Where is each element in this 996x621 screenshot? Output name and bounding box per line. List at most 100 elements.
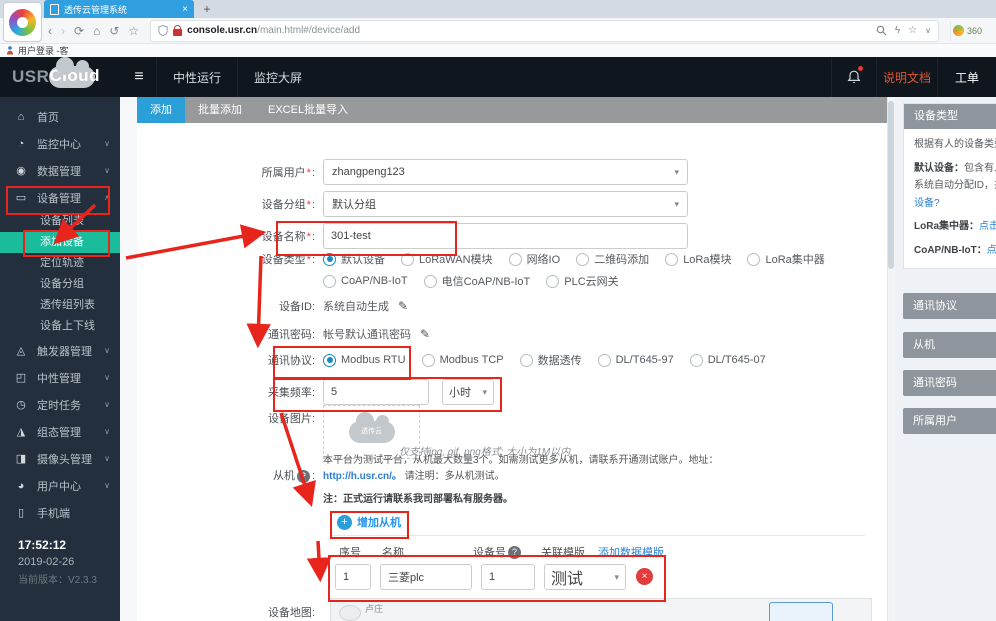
radio-icon (509, 253, 522, 266)
form-tabs: 添加 批量添加 EXCEL批量导入 (137, 97, 887, 123)
sidebar-item-monitor-center[interactable]: ◔ 监控中心 ∨ (0, 130, 120, 157)
sidebar-subitem-device-group[interactable]: 设备分组 (0, 274, 120, 295)
page: 透传云管理系统 × + ‹ › ⟳ ⌂ ↺ ☆ console.usr.cn/m… (0, 0, 996, 621)
radio-icon (690, 354, 703, 367)
frequency-unit-select[interactable]: 小时 ▾ (442, 379, 494, 405)
tab-close-icon[interactable]: × (182, 4, 188, 15)
header-nav-neutral-run[interactable]: 中性运行 (156, 57, 237, 97)
sidebar-item-user-center[interactable]: ◕ 用户中心 ∨ (0, 472, 120, 499)
group-select[interactable]: 默认分组▾ (323, 191, 688, 217)
slave-device-no-input[interactable] (481, 564, 535, 590)
radio-network-io[interactable]: 网络IO (509, 251, 561, 267)
tab-excel-import[interactable]: EXCEL批量导入 (255, 97, 361, 123)
add-data-template-link[interactable]: 添加数据模版 (598, 544, 664, 560)
sidebar-item-trigger-management[interactable]: ◬ 触发器管理 ∨ (0, 337, 120, 364)
bookmark-star-icon[interactable]: ☆ (908, 25, 917, 36)
frequency-input[interactable] (323, 379, 429, 405)
sidebar-item-label: 组态管理 (37, 424, 81, 440)
device-type-help-header[interactable]: 设备类型 (904, 104, 996, 129)
radio-dlt645-07[interactable]: DL/T645-07 (690, 354, 766, 367)
collapsed-panel-comm-password[interactable]: 通讯密码 (903, 370, 996, 396)
bookmarks-bar: 用户登录 -客 (0, 44, 996, 58)
browser-tab[interactable]: 透传云管理系统 × (44, 0, 194, 18)
undo-icon[interactable]: ↺ (109, 25, 119, 37)
sidebar-item-label: 设备管理 (37, 190, 81, 206)
hamburger-menu-icon[interactable]: ≡ (122, 57, 156, 97)
brand-circle-icon (953, 25, 964, 36)
help-panel: 设备类型 根据有人的设备类型选择 默认设备：包含有人品牌 系统自动分配ID，并通… (895, 97, 996, 621)
person-icon (6, 46, 14, 55)
sidebar-subitem-passthrough-group-list[interactable]: 透传组列表 (0, 295, 120, 316)
sidebar-subitem-device-online-offline[interactable]: 设备上下线 (0, 316, 120, 337)
sidebar-subitem-location-track[interactable]: 定位轨迹 (0, 253, 120, 274)
ticket-link[interactable]: 工单 (937, 57, 996, 97)
sidebar-item-configuration-management[interactable]: ◮ 组态管理 ∨ (0, 418, 120, 445)
browser-brand[interactable]: 360 (950, 21, 988, 41)
device-type-help-body: 根据有人的设备类型选择 默认设备：包含有人品牌 系统自动分配ID，并通过 设备?… (904, 129, 996, 268)
radio-coap-nbiot[interactable]: CoAP/NB-IoT (323, 275, 408, 288)
radio-lora-concentrator[interactable]: LoRa集中器 (747, 251, 824, 267)
radio-modbus-rtu[interactable]: Modbus RTU (323, 354, 406, 367)
lightning-icon[interactable]: ϟ (895, 25, 900, 36)
tab-add[interactable]: 添加 (137, 97, 185, 123)
reload-icon[interactable]: ⟳ (74, 25, 84, 37)
bell-icon (847, 70, 861, 85)
browser-tabstrip: 透传云管理系统 × + (0, 0, 996, 18)
radio-telecom-coap-nbiot[interactable]: 电信CoAP/NB-IoT (424, 273, 531, 289)
app-logo[interactable]: USRCloud (0, 57, 122, 97)
radio-dlt645-97[interactable]: DL/T645-97 (598, 354, 674, 367)
collapsed-panel-slave[interactable]: 从机 (903, 332, 996, 358)
edit-icon[interactable]: ✎ (420, 327, 430, 341)
radio-data-passthrough[interactable]: 数据透传 (520, 352, 582, 368)
help-icon[interactable]: ? (297, 470, 310, 483)
scrollbar-thumb[interactable] (888, 101, 894, 269)
search-icon[interactable] (876, 25, 887, 36)
chevron-up-icon: ∧ (104, 193, 110, 202)
sidebar-subitem-device-list[interactable]: 设备列表 (0, 211, 120, 232)
owner-label: 所属用户*: (137, 164, 323, 180)
radio-lorawan-module[interactable]: LoRaWAN模块 (401, 251, 493, 267)
slave-template-select[interactable]: 测试 ▾ (544, 564, 626, 590)
sidebar-item-mobile[interactable]: ▯ 手机端 (0, 499, 120, 526)
add-slave-button[interactable]: + 增加从机 (337, 514, 401, 530)
slave-seq-input[interactable] (335, 564, 371, 590)
sidebar-item-home[interactable]: ⌂ 首页 (0, 103, 120, 130)
sidebar-item-device-management[interactable]: ▭ 设备管理 ∧ (0, 184, 120, 211)
help-lora-line: LoRa集中器：点击查看 (914, 219, 996, 235)
new-tab-button[interactable]: + (198, 1, 216, 17)
radio-default-device[interactable]: 默认设备 (323, 251, 385, 267)
radio-qrcode-add[interactable]: 二维码添加 (576, 251, 649, 267)
device-map[interactable]: 卢庄 (330, 598, 872, 621)
header-nav-monitor-screen[interactable]: 监控大屏 (237, 57, 318, 97)
device-name-input[interactable] (323, 223, 688, 249)
map-button[interactable] (769, 602, 833, 621)
sidebar-subitem-add-device[interactable]: 添加设备 (0, 232, 120, 253)
home-icon[interactable]: ⌂ (93, 25, 100, 37)
tab-batch-add[interactable]: 批量添加 (185, 97, 255, 123)
radio-modbus-tcp[interactable]: Modbus TCP (422, 354, 504, 367)
sidebar-item-camera-management[interactable]: ◨ 摄像头管理 ∨ (0, 445, 120, 472)
collapsed-panel-protocol[interactable]: 通讯协议 (903, 293, 996, 319)
chevron-down-icon: ∨ (104, 139, 110, 148)
slave-name-input[interactable] (380, 564, 472, 590)
collapsed-panel-owner[interactable]: 所属用户 (903, 408, 996, 434)
test-account-link[interactable]: http://h.usr.cn/。 (323, 471, 402, 482)
docs-link[interactable]: 说明文档 (876, 57, 937, 97)
help-icon[interactable]: ? (508, 546, 521, 559)
content-gutter (120, 97, 137, 621)
url-bar[interactable]: console.usr.cn/main.html#/device/add ϟ ☆… (150, 20, 939, 42)
radio-plc-cloud-gateway[interactable]: PLC云网关 (546, 273, 618, 289)
notification-bell-button[interactable] (831, 57, 876, 97)
owner-select[interactable]: zhangpeng123▾ (323, 159, 688, 185)
delete-slave-button[interactable]: × (636, 568, 653, 585)
forward-icon[interactable]: › (61, 25, 65, 37)
radio-lora-module[interactable]: LoRa模块 (665, 251, 731, 267)
edit-icon[interactable]: ✎ (398, 299, 408, 313)
chevron-down-icon[interactable]: ∨ (925, 26, 931, 35)
back-icon[interactable]: ‹ (48, 25, 52, 37)
bookmark-item[interactable]: 用户登录 -客 (18, 44, 69, 57)
favorite-icon[interactable]: ☆ (128, 25, 139, 37)
sidebar-item-timed-tasks[interactable]: ◷ 定时任务 ∨ (0, 391, 120, 418)
sidebar-item-neutral-management[interactable]: ◰ 中性管理 ∨ (0, 364, 120, 391)
sidebar-item-data-management[interactable]: ◉ 数据管理 ∨ (0, 157, 120, 184)
